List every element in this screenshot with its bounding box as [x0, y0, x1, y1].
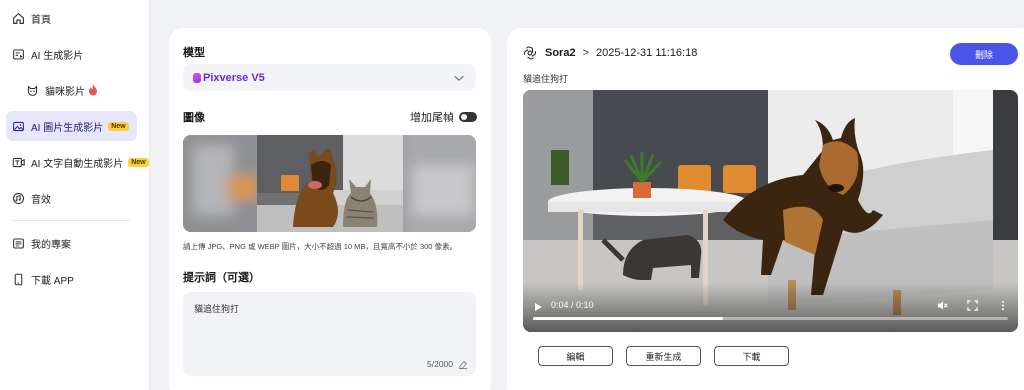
cat-icon — [26, 84, 39, 97]
image-to-video-icon — [12, 120, 25, 133]
image-label: 圖像 — [183, 112, 205, 124]
phone-icon — [12, 273, 25, 286]
text-to-video-icon — [12, 156, 25, 169]
delete-button[interactable]: 刪除 — [950, 43, 1018, 65]
mute-icon[interactable] — [937, 300, 948, 311]
home-icon — [12, 12, 25, 25]
new-badge: New — [128, 157, 149, 167]
video-time: 0:04 / 0:10 — [551, 300, 594, 310]
result-timestamp: 2025-12-31 11:16:18 — [596, 47, 698, 59]
sidebar-item-projects[interactable]: 我的專案 — [6, 228, 137, 258]
regenerate-button[interactable]: 重新生成 — [626, 346, 701, 366]
sidebar-divider — [12, 220, 130, 221]
tail-frame-toggle[interactable] — [459, 112, 477, 122]
image-upload-area[interactable] — [183, 135, 476, 232]
model-select[interactable]: Pixverse V5 — [183, 64, 476, 91]
sidebar-item-label: 我的專案 — [31, 239, 71, 251]
result-model: Sora2 — [545, 47, 576, 59]
sidebar-item-sound[interactable]: 音效 — [6, 183, 137, 213]
model-label: 模型 — [183, 47, 205, 59]
eraser-icon[interactable] — [458, 359, 468, 369]
generation-form: 模型 Pixverse V5 圖像 增加尾幀 請上傳 JPG、PNG 或 WEB… — [169, 28, 491, 390]
sidebar-item-download-app[interactable]: 下載 APP — [6, 264, 137, 294]
prompt-textarea[interactable]: 貓追住狗打 5/2000 — [183, 292, 476, 376]
tail-frame-row: 增加尾幀 — [410, 109, 477, 125]
prompt-value: 貓追住狗打 — [194, 304, 240, 314]
video-progress-fill — [533, 317, 723, 320]
edit-button[interactable]: 編輯 — [538, 346, 613, 366]
sidebar-item-image-to-video[interactable]: AI 圖片生成影片 New — [6, 111, 137, 141]
sidebar-item-label: AI 圖片生成影片 — [31, 122, 104, 134]
openai-logo-icon — [523, 46, 537, 60]
sidebar: 首頁 AI 生成影片 貓咪影片 AI 圖片生成影片 New AI 文字自動生成影… — [0, 0, 150, 390]
pixverse-logo-icon — [193, 72, 201, 83]
fire-icon — [88, 84, 98, 96]
sidebar-item-text-to-video[interactable]: AI 文字自動生成影片 New — [6, 147, 149, 177]
sidebar-item-home[interactable]: 首頁 — [6, 3, 137, 33]
video-list-icon — [12, 48, 25, 61]
result-prompt: 貓追住狗打 — [523, 74, 569, 84]
video-player[interactable]: 0:04 / 0:10 — [523, 90, 1018, 332]
uploaded-image-thumbnail — [183, 135, 476, 232]
sidebar-item-label: 貓咪影片 — [45, 86, 85, 98]
fullscreen-icon[interactable] — [967, 300, 978, 311]
sound-icon — [12, 192, 25, 205]
projects-icon — [12, 237, 25, 250]
sidebar-item-label: AI 文字自動生成影片 — [31, 158, 124, 170]
sidebar-item-cat-video[interactable]: 貓咪影片 — [6, 75, 137, 105]
model-value: Pixverse V5 — [203, 71, 265, 84]
more-options-icon[interactable] — [1001, 300, 1005, 311]
new-badge: New — [108, 121, 129, 131]
sidebar-item-label: AI 生成影片 — [31, 50, 84, 62]
video-controls: 0:04 / 0:10 — [523, 282, 1018, 332]
chevron-down-icon — [454, 75, 464, 81]
result-header: Sora2 > 2025-12-31 11:16:18 — [523, 46, 697, 60]
sidebar-item-label: 音效 — [31, 194, 51, 206]
prompt-char-count: 5/2000 — [427, 359, 453, 369]
result-panel: Sora2 > 2025-12-31 11:16:18 刪除 貓追住狗打 0:0… — [507, 28, 1024, 390]
sidebar-item-ai-video[interactable]: AI 生成影片 — [6, 39, 137, 69]
download-button[interactable]: 下載 — [714, 346, 789, 366]
sidebar-item-label: 首頁 — [31, 14, 51, 26]
sidebar-item-label: 下載 APP — [31, 275, 74, 287]
video-progress-bar[interactable] — [533, 317, 1008, 320]
play-icon[interactable] — [533, 302, 543, 312]
chevron-right-icon: > — [582, 47, 590, 59]
prompt-label: 提示詞（可選） — [183, 272, 260, 284]
upload-hint: 請上傳 JPG、PNG 或 WEBP 圖片，大小不超過 10 MB，且寬高不小於… — [183, 242, 458, 251]
tail-frame-label: 增加尾幀 — [410, 112, 454, 124]
